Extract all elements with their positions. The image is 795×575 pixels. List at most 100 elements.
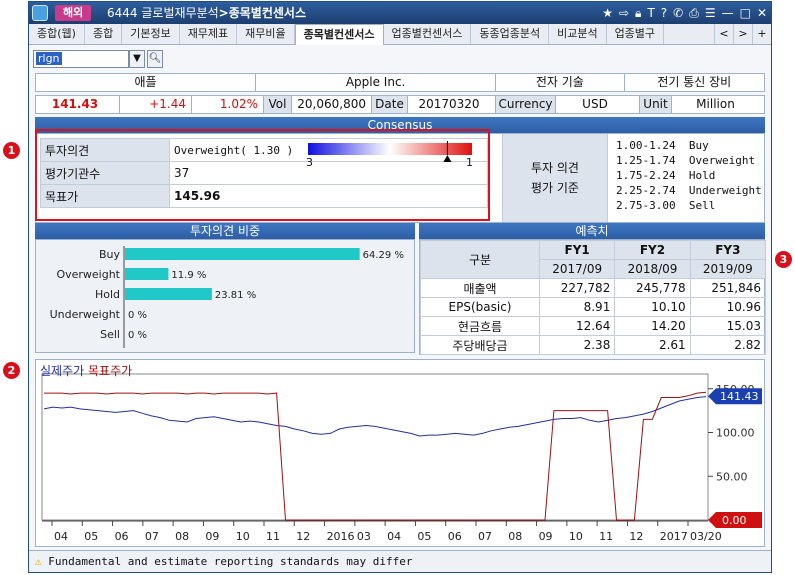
tab-0[interactable]: 종합(웹) xyxy=(29,24,85,44)
star-icon[interactable]: ★ xyxy=(602,6,613,20)
x-tick-label: 04 xyxy=(54,530,68,543)
cell: 12.64 xyxy=(538,316,616,336)
x-tick-label: 2017 xyxy=(660,530,688,543)
screen-name: 종목별컨센서스 xyxy=(228,6,306,20)
legend-range: 1.25-1.74 xyxy=(616,154,676,167)
stock-name-kr: 애플 xyxy=(36,74,257,91)
forecast-table: 구분 FY1 FY2 FY3 2017/09 2018/09 2019/09 매… xyxy=(420,240,767,355)
x-tick-label: 11 xyxy=(599,530,613,543)
tab-add-button[interactable]: + xyxy=(752,24,771,44)
tab-9[interactable]: 업종별구 xyxy=(607,24,665,44)
x-tick-label: 08 xyxy=(508,530,522,543)
table-row: 구분 FY1 FY2 FY3 xyxy=(420,240,767,279)
legend-item: 2.25-2.74 Underweight xyxy=(616,183,762,198)
link-icon[interactable]: ⇨ xyxy=(619,6,629,20)
legend-item: 1.25-1.74 Overweight xyxy=(616,153,762,168)
row-label: EPS(basic) xyxy=(420,297,540,317)
fy3-period: 2019/09 xyxy=(689,259,767,279)
legend-criteria-label: 투자 의견 평가 기준 xyxy=(502,134,608,222)
legend-name: Hold xyxy=(688,169,716,182)
legend-target: 목표주가 xyxy=(88,364,133,378)
tab-next-button[interactable]: > xyxy=(733,24,752,44)
marker-1: 1 xyxy=(3,142,20,159)
x-tick-label: 06 xyxy=(115,530,129,543)
cell: 15.03 xyxy=(689,316,767,336)
x-tick-label: 07 xyxy=(478,530,492,543)
maximize-icon[interactable]: □ xyxy=(740,6,751,20)
tab-nav: < > + xyxy=(714,24,771,44)
screen-code: 6444 xyxy=(107,6,138,20)
legend-item: 1.75-2.24 Hold xyxy=(616,168,762,183)
ratio-label: Hold xyxy=(95,288,120,301)
ratio-bar xyxy=(125,248,360,260)
x-tick-label: 07 xyxy=(145,530,159,543)
forecast-panel: 구분 FY1 FY2 FY3 2017/09 2018/09 2019/09 매… xyxy=(419,239,767,355)
legend-range: 2.25-2.74 xyxy=(616,184,676,197)
tab-prev-button[interactable]: < xyxy=(714,24,733,44)
tab-4[interactable]: 재무비율 xyxy=(237,24,295,44)
fy1-header: FY1 xyxy=(538,240,616,260)
opinion-legend: 1.00-1.24 Buy 1.25-1.74 Overweight 1.75-… xyxy=(616,138,762,213)
search-value: rlgn xyxy=(36,52,62,65)
cell: 251,846 xyxy=(689,278,767,298)
symbol-search-input[interactable]: rlgn xyxy=(33,50,129,68)
cell: 245,778 xyxy=(614,278,691,298)
unit-value: Million xyxy=(696,97,735,111)
cell: 2.82 xyxy=(689,335,767,355)
print-icon[interactable]: ⎙ xyxy=(689,6,699,21)
ratio-label: Overweight xyxy=(56,268,120,281)
stock-name-en: Apple Inc. xyxy=(256,74,497,91)
date-value: 20170320 xyxy=(408,96,496,113)
tab-7[interactable]: 동종업종분석 xyxy=(471,24,550,44)
tab-5[interactable]: 종목별컨센서스 xyxy=(294,24,384,45)
x-tick-label: 10 xyxy=(236,530,250,543)
marker-2: 2 xyxy=(3,362,20,379)
help-icon[interactable]: ? xyxy=(661,6,667,20)
cell: 2.38 xyxy=(538,335,616,355)
row-label: 주당배당금 xyxy=(420,335,540,355)
fy1-period: 2017/09 xyxy=(538,259,616,279)
screen-path: 글로벌재무분석 xyxy=(141,6,219,20)
menu-icon[interactable]: ☰ xyxy=(705,6,716,20)
fy3-header: FY3 xyxy=(689,240,767,260)
tab-8[interactable]: 비교분석 xyxy=(549,24,607,44)
table-row: 주당배당금 2.38 2.61 2.82 xyxy=(420,335,767,355)
search-icon[interactable]: 🔍︎ xyxy=(147,50,163,68)
legend-actual: 실제주가 xyxy=(40,364,85,378)
tab-1[interactable]: 종합 xyxy=(85,24,123,44)
y-tick-label: 100.00 xyxy=(716,427,755,440)
cell: 2.61 xyxy=(614,335,691,355)
close-icon[interactable]: ✕ xyxy=(757,6,767,20)
x-tick-label: 12 xyxy=(296,530,310,543)
ratio-value: 64.29 % xyxy=(363,250,404,261)
app-logo-icon xyxy=(32,5,48,21)
dropdown-chevron-icon[interactable]: ▼ xyxy=(129,50,145,68)
tab-6[interactable]: 업종별컨센서스 xyxy=(384,24,472,44)
phone-icon[interactable]: ✆ xyxy=(673,6,683,20)
price-change: +1.44 xyxy=(120,96,192,113)
currency-value: USD xyxy=(556,96,640,113)
tab-2[interactable]: 기본정보 xyxy=(122,24,180,44)
x-tick-label: 08 xyxy=(175,530,189,543)
table-row: EPS(basic) 8.91 10.10 10.96 xyxy=(420,297,767,317)
ratio-value: 0 % xyxy=(128,310,147,321)
text-icon[interactable]: T xyxy=(647,6,654,20)
legend-name: Overweight xyxy=(688,154,756,167)
lock-icon[interactable]: 🔒︎ xyxy=(635,6,641,21)
ratio-bar xyxy=(125,268,169,280)
tab-3[interactable]: 재무제표 xyxy=(180,24,238,44)
ratio-chart: Buy 64.29 % Overweight 11.9 % Hold 23.81 % Und… xyxy=(50,246,404,348)
x-tick-label: 10 xyxy=(569,530,583,543)
table-row: 현금흐름 12.64 14.20 15.03 xyxy=(420,316,767,336)
last-price: 141.43 xyxy=(36,96,120,113)
app-window: 해외 6444 글로벌재무분석>종목별컨센서스 ★ ⇨ 🔒︎ T ? ✆ ⎙ ☰… xyxy=(28,1,772,573)
legend-item: 2.75-3.00 Sell xyxy=(616,198,762,213)
price-change-pct: 1.02% xyxy=(192,96,264,113)
legend-range: 2.75-3.00 xyxy=(616,199,676,212)
forecast-header: 예측치 xyxy=(419,223,765,239)
y-tick-label: 50.00 xyxy=(716,470,748,483)
table-row: 매출액 227,782 245,778 251,846 xyxy=(420,278,767,298)
minimize-icon[interactable]: — xyxy=(722,6,734,20)
ratio-label: Underweight xyxy=(50,308,121,321)
x-tick-label: 11 xyxy=(266,530,280,543)
